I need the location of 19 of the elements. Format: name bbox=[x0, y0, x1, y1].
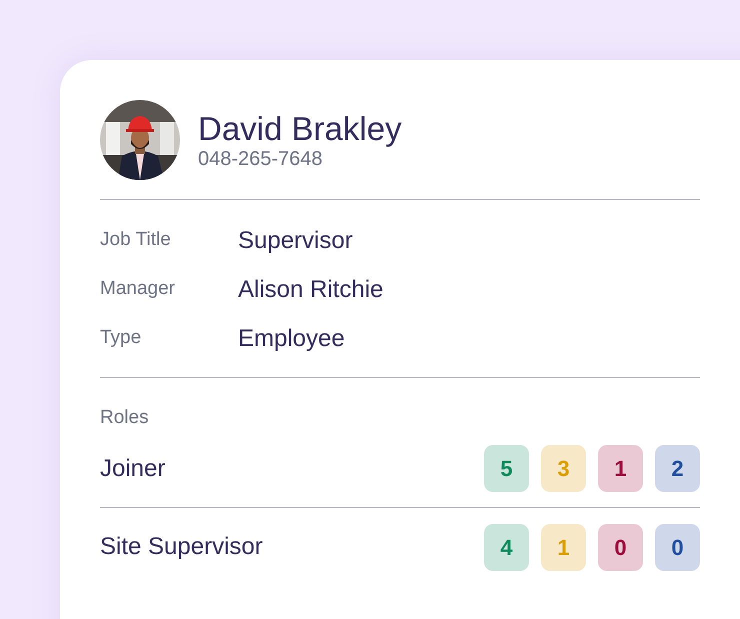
role-name: Joiner bbox=[100, 454, 166, 484]
count-badge: 4 bbox=[484, 524, 529, 570]
person-name: David Brakley bbox=[198, 110, 402, 148]
count-badge: 0 bbox=[598, 524, 643, 570]
field-value: Alison Ritchie bbox=[238, 274, 384, 304]
field-label: Type bbox=[100, 326, 142, 350]
count-badge: 1 bbox=[541, 524, 586, 570]
count-badge: 0 bbox=[655, 524, 700, 570]
field-value: Supervisor bbox=[238, 226, 353, 256]
count-badge: 1 bbox=[598, 445, 643, 492]
count-badge: 5 bbox=[484, 445, 529, 492]
field-value: Employee bbox=[238, 324, 345, 354]
field-label: Manager bbox=[100, 277, 176, 302]
field-label: Job Title bbox=[100, 228, 172, 252]
phone-number: 048-265-7648 bbox=[198, 148, 324, 170]
count-badge: 2 bbox=[655, 445, 700, 492]
section-heading: Roles bbox=[100, 406, 150, 430]
count-badge: 3 bbox=[541, 445, 586, 492]
role-name: Site Supervisor bbox=[100, 532, 263, 562]
